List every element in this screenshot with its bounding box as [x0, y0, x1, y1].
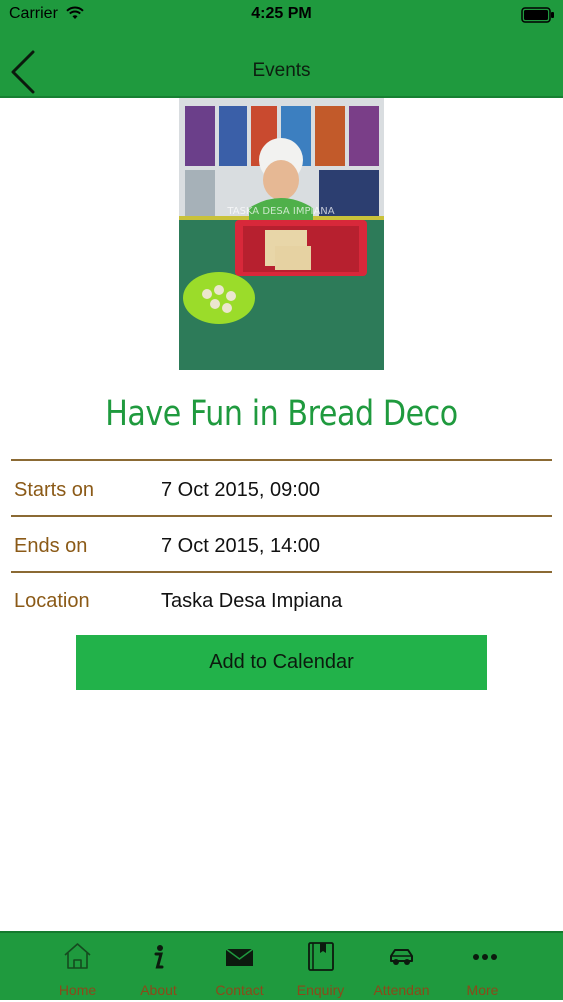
tab-contact[interactable]: Contact: [199, 933, 280, 1002]
navigation-header: Carrier 4:25 PM Events: [0, 0, 563, 98]
tab-label: More: [466, 982, 499, 998]
divider: [11, 515, 552, 517]
ends-on-label: Ends on: [14, 535, 88, 557]
home-icon: [64, 943, 91, 969]
event-photo: TASKA DESA IMPIANA: [179, 98, 384, 370]
tab-home[interactable]: Home: [37, 933, 118, 1002]
location-value: Taska Desa Impiana: [161, 590, 343, 612]
tab-label: Home: [58, 982, 97, 998]
bottom-tab-bar: Home About Contact Enquiry Attendan More: [0, 931, 563, 1000]
event-title: Have Fun in Bread Deco: [105, 394, 458, 434]
status-time: 4:25 PM: [251, 5, 312, 22]
tab-about[interactable]: About: [118, 933, 199, 1002]
divider: [11, 459, 552, 461]
starts-on-label: Starts on: [14, 479, 95, 501]
starts-on-value: 7 Oct 2015, 09:00: [161, 479, 321, 501]
tab-label: About: [140, 982, 177, 998]
tab-more[interactable]: More: [442, 933, 523, 1002]
tab-attendance[interactable]: Attendan: [361, 933, 442, 1002]
add-to-calendar-button[interactable]: Add to Calendar: [76, 635, 487, 690]
tab-label: Contact: [215, 982, 264, 998]
divider: [11, 571, 552, 573]
battery-icon: [521, 7, 554, 23]
location-label: Location: [14, 590, 90, 612]
tab-label: Enquiry: [296, 982, 345, 998]
photo-watermark: TASKA DESA IMPIANA: [226, 206, 334, 217]
status-bar: Carrier 4:25 PM: [0, 0, 563, 30]
book-icon: [308, 942, 334, 971]
page-title: Events: [252, 60, 311, 81]
more-dots-icon: [473, 954, 497, 960]
info-icon: [154, 945, 164, 969]
envelope-icon: [225, 948, 254, 966]
tab-label: Attendan: [373, 982, 430, 998]
ends-on-value: 7 Oct 2015, 14:00: [161, 535, 321, 557]
tab-enquiry[interactable]: Enquiry: [280, 933, 361, 1002]
car-icon: [390, 949, 413, 965]
